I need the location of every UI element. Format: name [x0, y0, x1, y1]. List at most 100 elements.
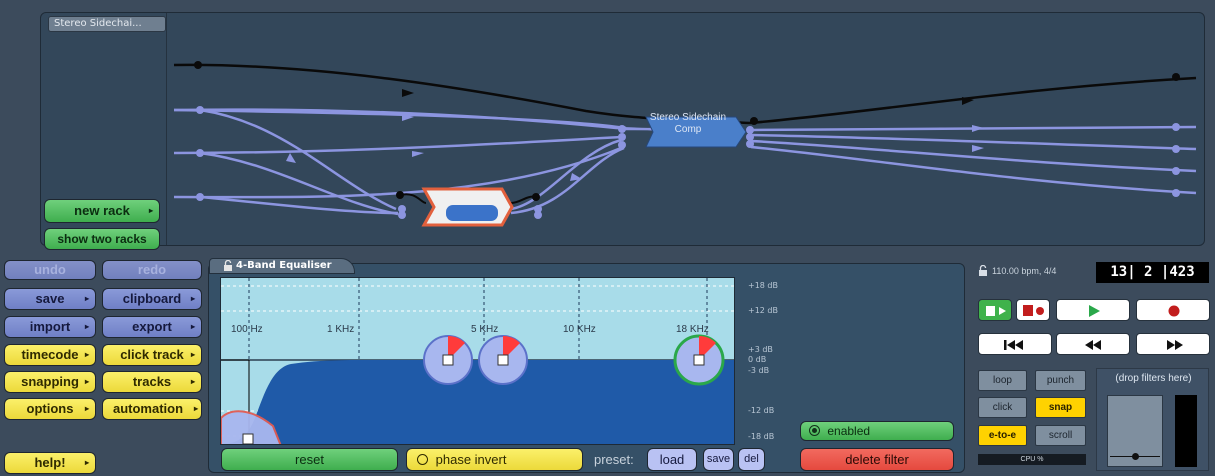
loop-toggle[interactable]: loop	[978, 370, 1027, 391]
eq-graph[interactable]: 100 Hz 1 KHz 5 KHz 10 KHz 18 KHz	[220, 277, 735, 445]
comp-node-label-line2: Comp	[674, 124, 702, 135]
cpu-meter: CPU %	[978, 454, 1086, 465]
radio-off-icon	[417, 454, 428, 465]
comp-node-label-line1: Stereo Sidechain	[649, 112, 727, 123]
punch-toggle[interactable]: punch	[1035, 370, 1086, 391]
clipboard-label: clipboard	[122, 291, 182, 306]
db-label-plus3: +3 dB	[748, 345, 773, 354]
db-label-minus3: -3 dB	[748, 366, 770, 375]
show-two-racks-button[interactable]: show two racks	[44, 228, 160, 250]
chevron-right-icon: ▸	[84, 350, 89, 359]
freq-label-100hz: 100 Hz	[231, 324, 263, 335]
db-label-minus18: -18 dB	[748, 432, 775, 441]
chevron-right-icon: ▸	[190, 322, 195, 331]
app-window: Stereo Sidechai... Stereo Sidechain Comp…	[0, 0, 1215, 476]
preset-save-button[interactable]: save	[703, 448, 734, 471]
e-to-e-toggle[interactable]: e-to-e	[978, 425, 1027, 446]
reset-button[interactable]: reset	[221, 448, 398, 471]
play-button[interactable]	[1056, 299, 1130, 321]
snap-toggle[interactable]: snap	[1035, 397, 1086, 418]
enabled-label: enabled	[827, 424, 871, 438]
slider-handle[interactable]	[1132, 453, 1139, 460]
chevron-right-icon: ▸	[190, 294, 195, 303]
new-rack-label: new rack	[74, 203, 130, 218]
import-button[interactable]: import ▸	[4, 316, 96, 338]
chevron-right-icon: ▸	[193, 404, 198, 413]
freq-label-18khz: 18 KHz	[676, 324, 709, 335]
record-icon	[1168, 305, 1180, 317]
chevron-right-icon: ▸	[84, 322, 89, 331]
master-volume-slider[interactable]	[1107, 395, 1163, 467]
drop-filters-label: (drop filters here)	[1115, 373, 1192, 384]
rewind-icon	[1085, 340, 1101, 350]
master-filter-drop-area[interactable]: (drop filters here)	[1096, 368, 1209, 471]
fast-forward-icon	[1167, 340, 1183, 350]
delete-filter-button[interactable]: delete filter	[800, 448, 954, 471]
chevron-right-icon: ▸	[190, 350, 195, 359]
undo-button[interactable]: undo	[4, 260, 96, 280]
export-button[interactable]: export ▸	[102, 316, 202, 338]
phase-invert-label: phase invert	[435, 452, 507, 467]
level-meter	[1175, 395, 1197, 467]
tracks-label: tracks	[132, 374, 172, 389]
chevron-right-icon: ▸	[84, 458, 89, 467]
import-label: import	[29, 319, 71, 334]
timecode-button[interactable]: timecode ▸	[4, 344, 96, 366]
help-label: help!	[34, 455, 66, 470]
click-track-label: click track	[120, 347, 184, 362]
snapping-button[interactable]: snapping ▸	[4, 371, 96, 393]
options-label: options	[26, 401, 74, 416]
snapping-label: snapping	[21, 374, 79, 389]
tempo-info[interactable]: 110.00 bpm, 4/4	[992, 266, 1056, 276]
db-label-0: 0 dB	[748, 355, 767, 364]
audio-monitor-button[interactable]	[978, 299, 1012, 321]
click-track-button[interactable]: click track ▸	[102, 344, 202, 366]
go-to-start-button[interactable]	[978, 333, 1052, 355]
chevron-right-icon: ▸	[84, 377, 89, 386]
help-button[interactable]: help! ▸	[4, 452, 96, 474]
phase-invert-toggle[interactable]: phase invert	[406, 448, 583, 471]
preset-load-button[interactable]: load	[647, 448, 697, 471]
tracks-button[interactable]: tracks ▸	[102, 371, 202, 393]
save-button[interactable]: save ▸	[4, 288, 96, 310]
filter-title: 4-Band Equaliser	[236, 260, 332, 271]
automation-label: automation	[112, 401, 184, 416]
automation-button[interactable]: automation ▸	[102, 398, 202, 420]
freq-label-5khz: 5 KHz	[471, 324, 499, 335]
new-rack-button[interactable]: new rack ▸	[44, 199, 160, 223]
monitor-icon	[986, 306, 1006, 316]
save-label: save	[35, 291, 65, 306]
preset-label: preset:	[594, 452, 634, 467]
timecode-label: timecode	[21, 347, 79, 362]
preset-delete-button[interactable]: del	[738, 448, 765, 471]
position-display[interactable]: 13| 2 |423	[1096, 262, 1209, 283]
record-button[interactable]	[1136, 299, 1210, 321]
enabled-toggle[interactable]: enabled	[800, 421, 954, 441]
redo-button[interactable]: redo	[102, 260, 202, 280]
lock-icon[interactable]	[978, 265, 988, 277]
radio-on-icon	[809, 425, 820, 436]
click-toggle[interactable]: click	[978, 397, 1027, 418]
chevron-right-icon: ▸	[148, 206, 153, 215]
db-label-plus18: +18 dB	[748, 281, 778, 290]
input-record-button[interactable]	[1016, 299, 1050, 321]
options-button[interactable]: options ▸	[4, 398, 96, 420]
comp-node-label[interactable]: Stereo Sidechain Comp	[636, 112, 740, 136]
export-label: export	[132, 319, 172, 334]
db-label-plus12: +12 dB	[748, 306, 778, 315]
chevron-right-icon: ▸	[84, 294, 89, 303]
clipboard-button[interactable]: clipboard ▸	[102, 288, 202, 310]
db-label-minus12: -12 dB	[748, 406, 775, 415]
freq-label-10khz: 10 KHz	[563, 324, 596, 335]
eq-response-plot[interactable]	[221, 278, 735, 445]
chevron-right-icon: ▸	[190, 377, 195, 386]
rewind-button[interactable]	[1056, 333, 1130, 355]
scroll-toggle[interactable]: scroll	[1035, 425, 1086, 446]
go-to-start-icon	[1004, 340, 1023, 350]
lock-icon[interactable]	[222, 260, 234, 272]
play-icon	[1089, 305, 1100, 317]
chevron-right-icon: ▸	[84, 404, 89, 413]
freq-label-1khz: 1 KHz	[327, 324, 355, 335]
input-arm-icon	[1023, 305, 1044, 316]
fast-forward-button[interactable]	[1136, 333, 1210, 355]
